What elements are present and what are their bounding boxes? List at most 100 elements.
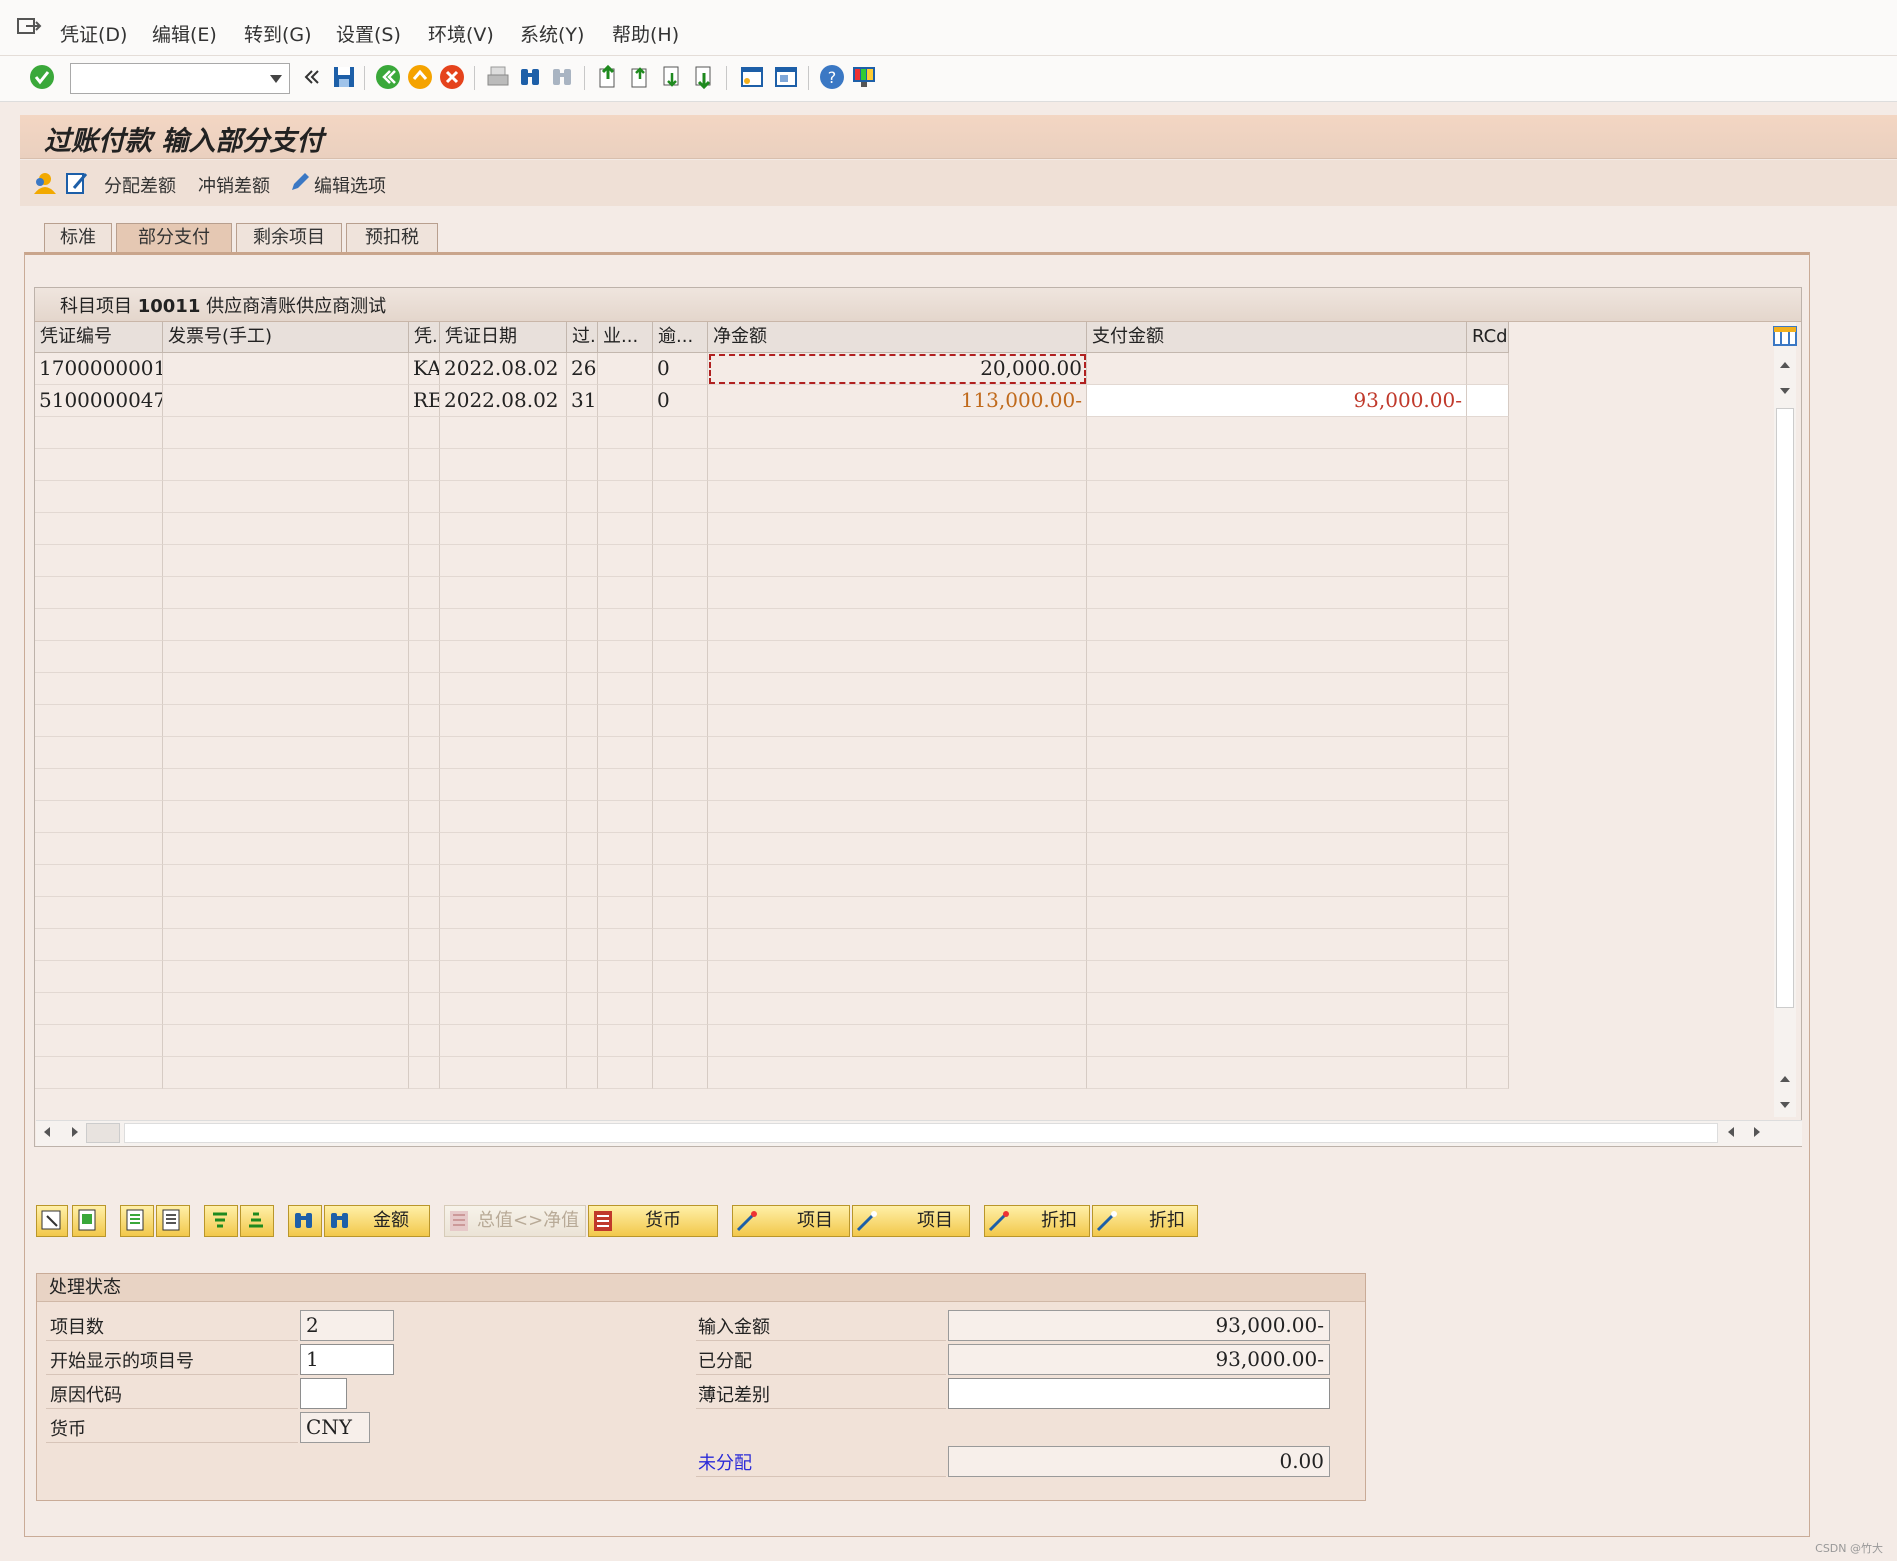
empty-cell[interactable] bbox=[1087, 833, 1467, 865]
empty-cell[interactable] bbox=[1087, 737, 1467, 769]
empty-cell[interactable] bbox=[163, 705, 409, 737]
empty-cell[interactable] bbox=[163, 577, 409, 609]
cell-payment-amount[interactable]: 93,000.00- bbox=[1087, 385, 1467, 417]
empty-cell[interactable] bbox=[1467, 993, 1509, 1025]
empty-cell[interactable] bbox=[1467, 609, 1509, 641]
empty-cell[interactable] bbox=[1467, 865, 1509, 897]
empty-cell[interactable] bbox=[1087, 641, 1467, 673]
items-button-2[interactable]: 项目 bbox=[852, 1205, 970, 1237]
cell-reason-code[interactable] bbox=[1467, 353, 1509, 385]
exit-icon[interactable] bbox=[406, 63, 434, 91]
reason-code-field[interactable] bbox=[300, 1378, 347, 1409]
column-header-overdue-days[interactable]: 逾... bbox=[653, 322, 708, 353]
column-header-doc-number[interactable]: 凭证编号 bbox=[35, 322, 163, 353]
edit-options-button[interactable]: 编辑选项 bbox=[314, 172, 386, 198]
empty-cell[interactable] bbox=[1467, 513, 1509, 545]
menu-edit[interactable]: 编辑(E) bbox=[152, 20, 217, 47]
empty-cell[interactable] bbox=[1087, 801, 1467, 833]
menu-environment[interactable]: 环境(V) bbox=[428, 20, 494, 47]
empty-cell[interactable] bbox=[1467, 737, 1509, 769]
scroll-right-icon[interactable] bbox=[1752, 1126, 1762, 1138]
column-header-invoice-number[interactable]: 发票号(手工) bbox=[163, 322, 409, 353]
column-header-payment-amount[interactable]: 支付金额 bbox=[1087, 322, 1467, 353]
empty-cell[interactable] bbox=[1087, 1025, 1467, 1057]
empty-cell[interactable] bbox=[163, 865, 409, 897]
cell-reason-code[interactable] bbox=[1467, 385, 1509, 417]
column-header-reason-code[interactable]: RCd bbox=[1467, 322, 1509, 353]
empty-cell[interactable] bbox=[163, 801, 409, 833]
empty-cell[interactable] bbox=[163, 769, 409, 801]
column-header-posting-key[interactable]: 过. bbox=[567, 322, 598, 353]
chevron-down-icon[interactable] bbox=[270, 75, 282, 83]
scroll-thumb[interactable] bbox=[1776, 408, 1794, 1008]
empty-cell[interactable] bbox=[163, 929, 409, 961]
start-item-field[interactable]: 1 bbox=[300, 1344, 394, 1375]
empty-cell[interactable] bbox=[1087, 673, 1467, 705]
empty-cell[interactable] bbox=[1087, 961, 1467, 993]
empty-cell[interactable] bbox=[1087, 705, 1467, 737]
edit-document-icon[interactable] bbox=[64, 170, 90, 196]
search-button[interactable] bbox=[288, 1205, 322, 1237]
scroll-down-icon[interactable] bbox=[1779, 386, 1791, 396]
prev-page-icon[interactable] bbox=[626, 63, 654, 91]
system-menu-icon[interactable] bbox=[16, 16, 42, 38]
menu-voucher[interactable]: 凭证(D) bbox=[60, 20, 127, 47]
tab-residual-items[interactable]: 剩余项目 bbox=[236, 223, 342, 253]
empty-cell[interactable] bbox=[1467, 961, 1509, 993]
empty-cell[interactable] bbox=[1087, 545, 1467, 577]
currency-button[interactable]: 货币 bbox=[588, 1205, 718, 1237]
activate-items-button[interactable] bbox=[120, 1205, 154, 1237]
empty-cell[interactable] bbox=[1467, 641, 1509, 673]
print-icon[interactable] bbox=[484, 63, 512, 91]
empty-cell[interactable] bbox=[1467, 1025, 1509, 1057]
tab-withholding-tax[interactable]: 预扣税 bbox=[346, 223, 438, 253]
empty-cell[interactable] bbox=[1087, 1057, 1467, 1089]
column-header-doc-date[interactable]: 凭证日期 bbox=[440, 322, 567, 353]
cell-invoice-number[interactable] bbox=[163, 385, 409, 417]
empty-cell[interactable] bbox=[163, 449, 409, 481]
empty-cell[interactable] bbox=[1467, 417, 1509, 449]
help-icon[interactable]: ? bbox=[818, 63, 846, 91]
distribute-difference-button[interactable]: 分配差额 bbox=[104, 172, 176, 198]
collapse-icon[interactable] bbox=[298, 63, 326, 91]
find-icon[interactable] bbox=[516, 63, 544, 91]
select-all-button[interactable] bbox=[36, 1205, 68, 1237]
next-page-icon[interactable] bbox=[658, 63, 686, 91]
hscroll-thumb[interactable] bbox=[86, 1123, 120, 1143]
empty-cell[interactable] bbox=[1467, 769, 1509, 801]
menu-goto[interactable]: 转到(G) bbox=[244, 20, 312, 47]
shortcut-icon[interactable] bbox=[772, 63, 800, 91]
deselect-all-button[interactable] bbox=[72, 1205, 106, 1237]
empty-cell[interactable] bbox=[1087, 449, 1467, 481]
empty-cell[interactable] bbox=[1467, 833, 1509, 865]
empty-cell[interactable] bbox=[1467, 673, 1509, 705]
discount-button-1[interactable]: 折扣 bbox=[984, 1205, 1090, 1237]
chargeoff-difference-button[interactable]: 冲销差额 bbox=[198, 172, 270, 198]
scroll-left-icon[interactable] bbox=[42, 1126, 52, 1138]
empty-cell[interactable] bbox=[1467, 897, 1509, 929]
empty-cell[interactable] bbox=[163, 897, 409, 929]
column-header-business-area[interactable]: 业... bbox=[598, 322, 653, 353]
deactivate-items-button[interactable] bbox=[156, 1205, 190, 1237]
menu-system[interactable]: 系统(Y) bbox=[520, 20, 584, 47]
empty-cell[interactable] bbox=[1087, 609, 1467, 641]
create-session-icon[interactable] bbox=[738, 63, 766, 91]
empty-cell[interactable] bbox=[163, 1057, 409, 1089]
empty-cell[interactable] bbox=[163, 993, 409, 1025]
empty-cell[interactable] bbox=[1087, 417, 1467, 449]
empty-cell[interactable] bbox=[163, 609, 409, 641]
scroll-up-icon[interactable] bbox=[1779, 1074, 1791, 1084]
tab-partial-payment[interactable]: 部分支付 bbox=[116, 223, 232, 253]
sort-descending-button[interactable] bbox=[240, 1205, 274, 1237]
sort-ascending-button[interactable] bbox=[204, 1205, 238, 1237]
empty-cell[interactable] bbox=[1087, 897, 1467, 929]
scroll-right-icon[interactable] bbox=[70, 1126, 80, 1138]
empty-cell[interactable] bbox=[163, 545, 409, 577]
empty-cell[interactable] bbox=[163, 833, 409, 865]
empty-cell[interactable] bbox=[163, 1025, 409, 1057]
cell-payment-amount[interactable] bbox=[1087, 353, 1467, 385]
empty-cell[interactable] bbox=[163, 417, 409, 449]
scroll-left-icon[interactable] bbox=[1726, 1126, 1736, 1138]
user-group-icon[interactable] bbox=[32, 170, 58, 196]
posting-difference-field[interactable] bbox=[948, 1378, 1330, 1409]
